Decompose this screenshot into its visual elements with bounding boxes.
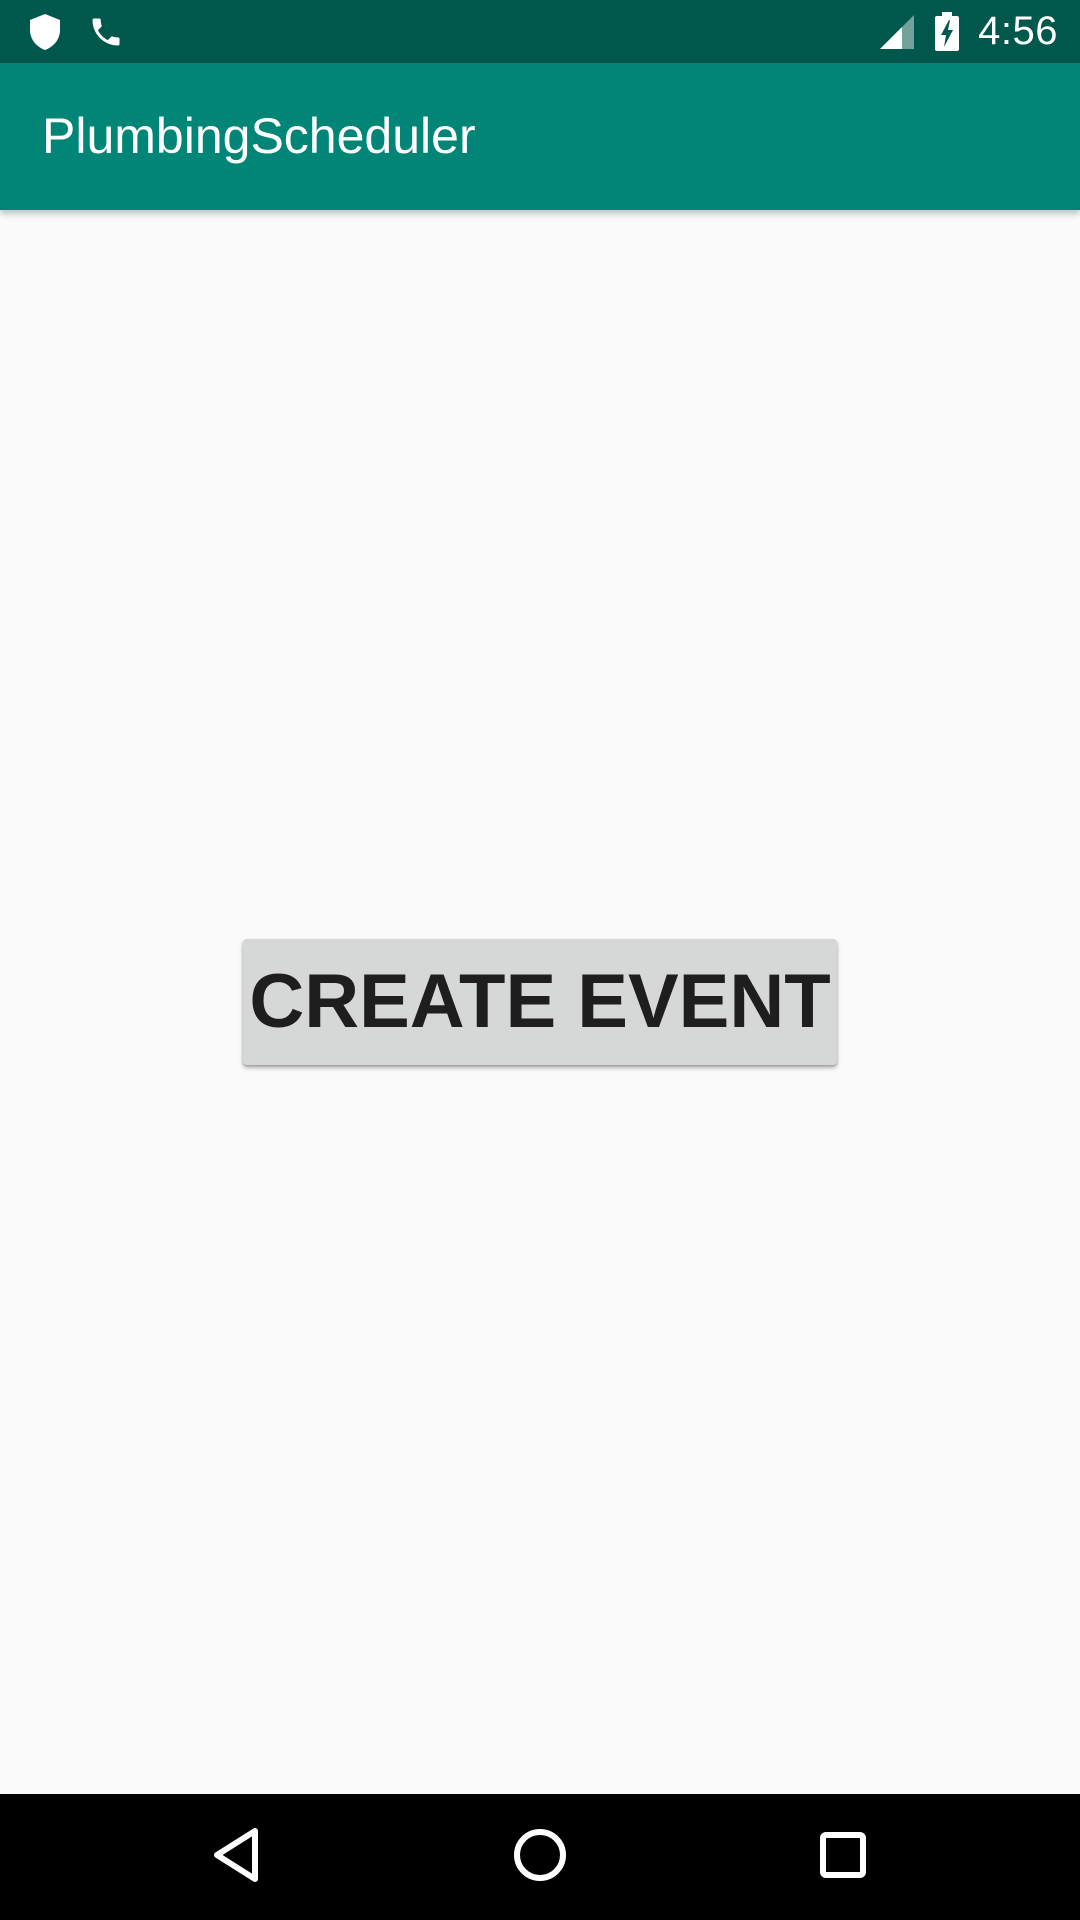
status-left-icons [28,0,124,63]
main-content: CREATE EVENT [0,210,1080,1794]
navigation-bar [0,1794,1080,1920]
back-button[interactable] [157,1794,317,1920]
create-event-button[interactable]: CREATE EVENT [243,939,837,1065]
signal-icon [878,13,916,51]
shield-icon [28,13,62,51]
back-icon [211,1827,263,1888]
recents-button[interactable] [763,1794,923,1920]
battery-charging-icon [934,11,960,52]
app-bar: PlumbingScheduler [0,63,1080,210]
recents-icon [819,1831,867,1884]
app-screen: 4:56 PlumbingScheduler CREATE EVENT [0,0,1080,1920]
phone-icon [88,14,124,50]
status-right-icons: 4:56 [878,0,1058,63]
status-time: 4:56 [978,9,1058,53]
home-button[interactable] [460,1794,620,1920]
home-icon [512,1827,568,1888]
app-title: PlumbingScheduler [42,108,476,164]
status-bar: 4:56 [0,0,1080,63]
